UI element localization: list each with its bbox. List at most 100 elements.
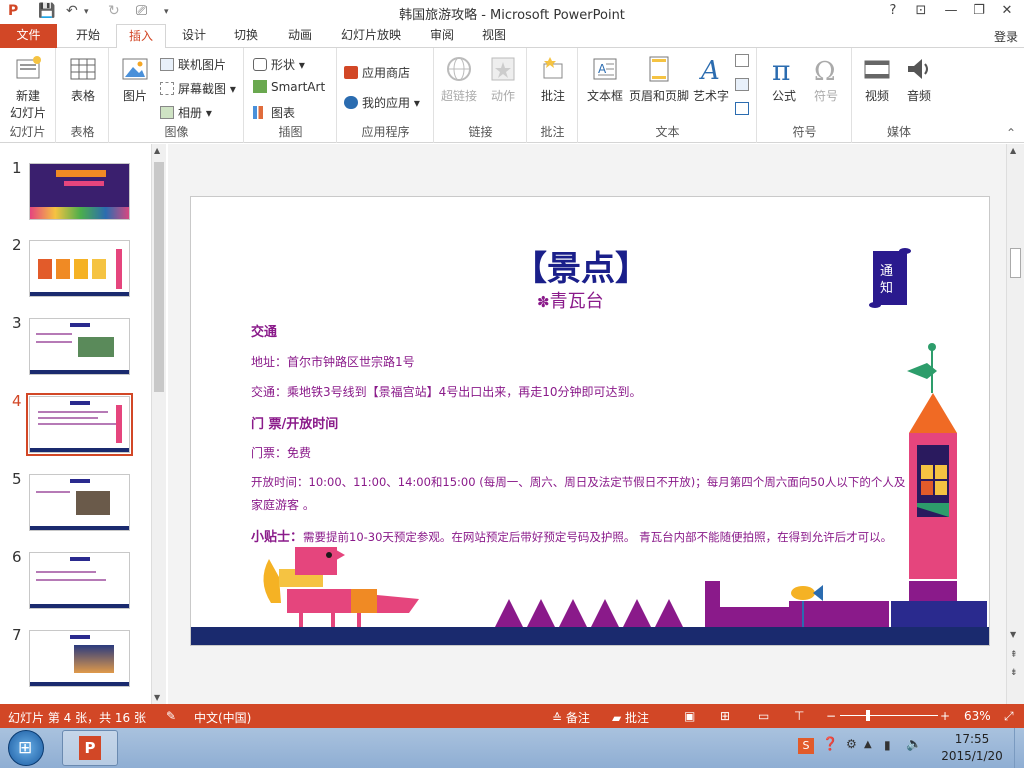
shapes-button[interactable]: 形状 ▾ [253,56,305,73]
tab-view[interactable]: 视图 [470,24,518,48]
group-links: 超链接 动作 链接 [435,48,527,143]
editor-scrollbar[interactable]: ▲ ▼ ⇞ ⇟ [1006,144,1024,704]
show-hidden-icons[interactable]: ▲ [864,739,872,750]
online-pictures-icon [160,58,174,71]
store-button[interactable]: 应用商店 [344,64,410,81]
scroll-down-icon[interactable]: ▼ [1010,630,1016,639]
scroll-up-icon[interactable]: ▲ [154,146,160,155]
clock-time: 17:55 [954,732,990,746]
login-link[interactable]: 登录 [994,28,1018,45]
previous-slide-icon[interactable]: ⇞ [1010,650,1018,660]
thumbnail-scroll-thumb[interactable] [154,162,164,392]
volume-icon[interactable]: 🔈 [906,737,922,752]
object-button[interactable] [735,102,753,116]
action-button[interactable]: 动作 [483,54,523,104]
collapse-ribbon-icon[interactable]: ⌃ [1006,126,1016,140]
equation-icon: π [772,54,790,84]
slide-sorter-icon[interactable]: ⊞ [720,709,730,723]
video-label: 视频 [864,89,889,103]
normal-view-icon[interactable]: ▣ [684,709,695,723]
show-desktop-button[interactable] [1014,728,1024,768]
scroll-up-icon[interactable]: ▲ [1010,146,1016,155]
zoom-in-icon[interactable]: + [940,709,950,723]
date-time-button[interactable] [735,54,753,68]
zoom-slider-thumb[interactable] [866,710,870,721]
album-button[interactable]: 相册 ▾ [160,104,212,121]
next-slide-icon[interactable]: ⇟ [1010,668,1018,678]
zoom-level[interactable]: 63% [964,709,991,723]
smartart-button[interactable]: SmartArt [253,80,325,94]
video-icon [864,60,890,79]
editor-scroll-thumb[interactable] [1010,248,1021,278]
zoom-out-icon[interactable]: − [826,709,836,723]
clock-date: 2015/1/20 [941,749,1003,763]
minimize-button[interactable]: — [940,3,962,18]
language-status[interactable]: 中文(中国) [194,709,251,726]
tab-slideshow[interactable]: 幻灯片放映 [330,24,412,48]
slide-canvas[interactable]: 【景点】 ✽青瓦台 通知 交通 地址：首尔市钟路区世宗路1号 交通：乘地铁3号线… [190,196,990,646]
online-pictures-button[interactable]: 联机图片 [160,56,226,73]
symbol-button[interactable]: Ω 符号 [806,54,846,104]
title-bar: P 💾 ↶ ▾ ↻ ⎚ ▾ 韩国旅游攻略 - Microsoft PowerPo… [0,0,1024,24]
comment-button[interactable]: 批注 [534,54,572,104]
scroll-down-icon[interactable]: ▼ [154,693,160,702]
sogou-ime-icon[interactable]: S [798,738,814,754]
notes-label: 备注 [565,711,590,725]
textbox-button[interactable]: A 文本框 [583,54,627,104]
tab-animations[interactable]: 动画 [276,24,324,48]
slide-number-button[interactable] [735,78,753,92]
tab-file[interactable]: 文件 [0,24,57,48]
tray-icon[interactable]: ⚙ [846,737,857,751]
chart-button[interactable]: 图表 [253,104,295,121]
new-slide-button[interactable]: 新建 幻灯片 [4,54,52,121]
fit-to-window-icon[interactable]: ⤢ [1004,709,1014,724]
close-button[interactable]: ✕ [996,3,1018,18]
header-footer-button[interactable]: 页眉和页脚 [627,54,691,104]
tab-insert[interactable]: 插入 [116,24,166,49]
slide-thumbnail-7[interactable] [29,630,130,687]
tab-design[interactable]: 设计 [170,24,218,48]
slide-thumbnail-4[interactable] [26,393,133,456]
wordart-button[interactable]: A 艺术字 [691,54,731,104]
textbox-icon: A [593,58,617,80]
slide-thumbnail-pane: 1 2 3 4 5 6 7 [0,144,150,704]
thumbnail-number: 3 [12,314,22,332]
tab-transitions[interactable]: 切换 [222,24,270,48]
svg-text:A: A [598,62,607,76]
clock[interactable]: 17:55 2015/1/20 [936,732,1008,763]
screenshot-button[interactable]: 屏幕截图 ▾ [160,80,236,97]
tab-home[interactable]: 开始 [64,24,112,48]
smartart-label: SmartArt [271,80,326,94]
ribbon-display-options-button[interactable]: ⊡ [910,3,932,18]
notes-button[interactable]: ≙ 备注 [552,709,590,726]
my-apps-button[interactable]: 我的应用 ▾ [344,94,420,111]
table-label: 表格 [70,89,95,103]
network-icon[interactable]: ▮ [884,738,891,752]
zoom-slider[interactable] [840,715,938,716]
spell-check-icon[interactable]: ✎ [166,709,176,723]
equation-button[interactable]: π 公式 [764,54,804,104]
picture-button[interactable]: 图片 [118,54,152,104]
audio-button[interactable]: 音频 [899,54,939,104]
video-button[interactable]: 视频 [857,54,897,104]
slide-thumbnail-3[interactable] [29,318,130,375]
help-button[interactable]: ? [882,3,904,18]
maximize-button[interactable]: ❐ [968,3,990,18]
tab-review[interactable]: 审阅 [418,24,466,48]
start-button[interactable]: ⊞ [8,730,44,766]
slide-thumbnail-6[interactable] [29,552,130,609]
thumbnail-scrollbar[interactable]: ▲ ▼ [151,144,166,704]
taskbar-powerpoint[interactable]: P [62,730,118,766]
table-button[interactable]: 表格 [65,54,101,104]
reading-view-icon[interactable]: ▭ [758,709,769,723]
slideshow-view-icon[interactable]: ⊤ [794,709,804,723]
comments-button[interactable]: ▰ 批注 [612,709,649,726]
group-apps-label: 应用程序 [361,125,410,139]
slide-thumbnail-2[interactable] [29,240,130,297]
slide-thumbnail-1[interactable] [29,163,130,220]
slide-thumbnail-5[interactable] [29,474,130,531]
hyperlink-button[interactable]: 超链接 [439,54,479,104]
help-tray-icon[interactable]: ❓ [822,737,838,752]
thumbnail-number: 1 [12,159,22,177]
hyperlink-label: 超链接 [440,89,477,103]
